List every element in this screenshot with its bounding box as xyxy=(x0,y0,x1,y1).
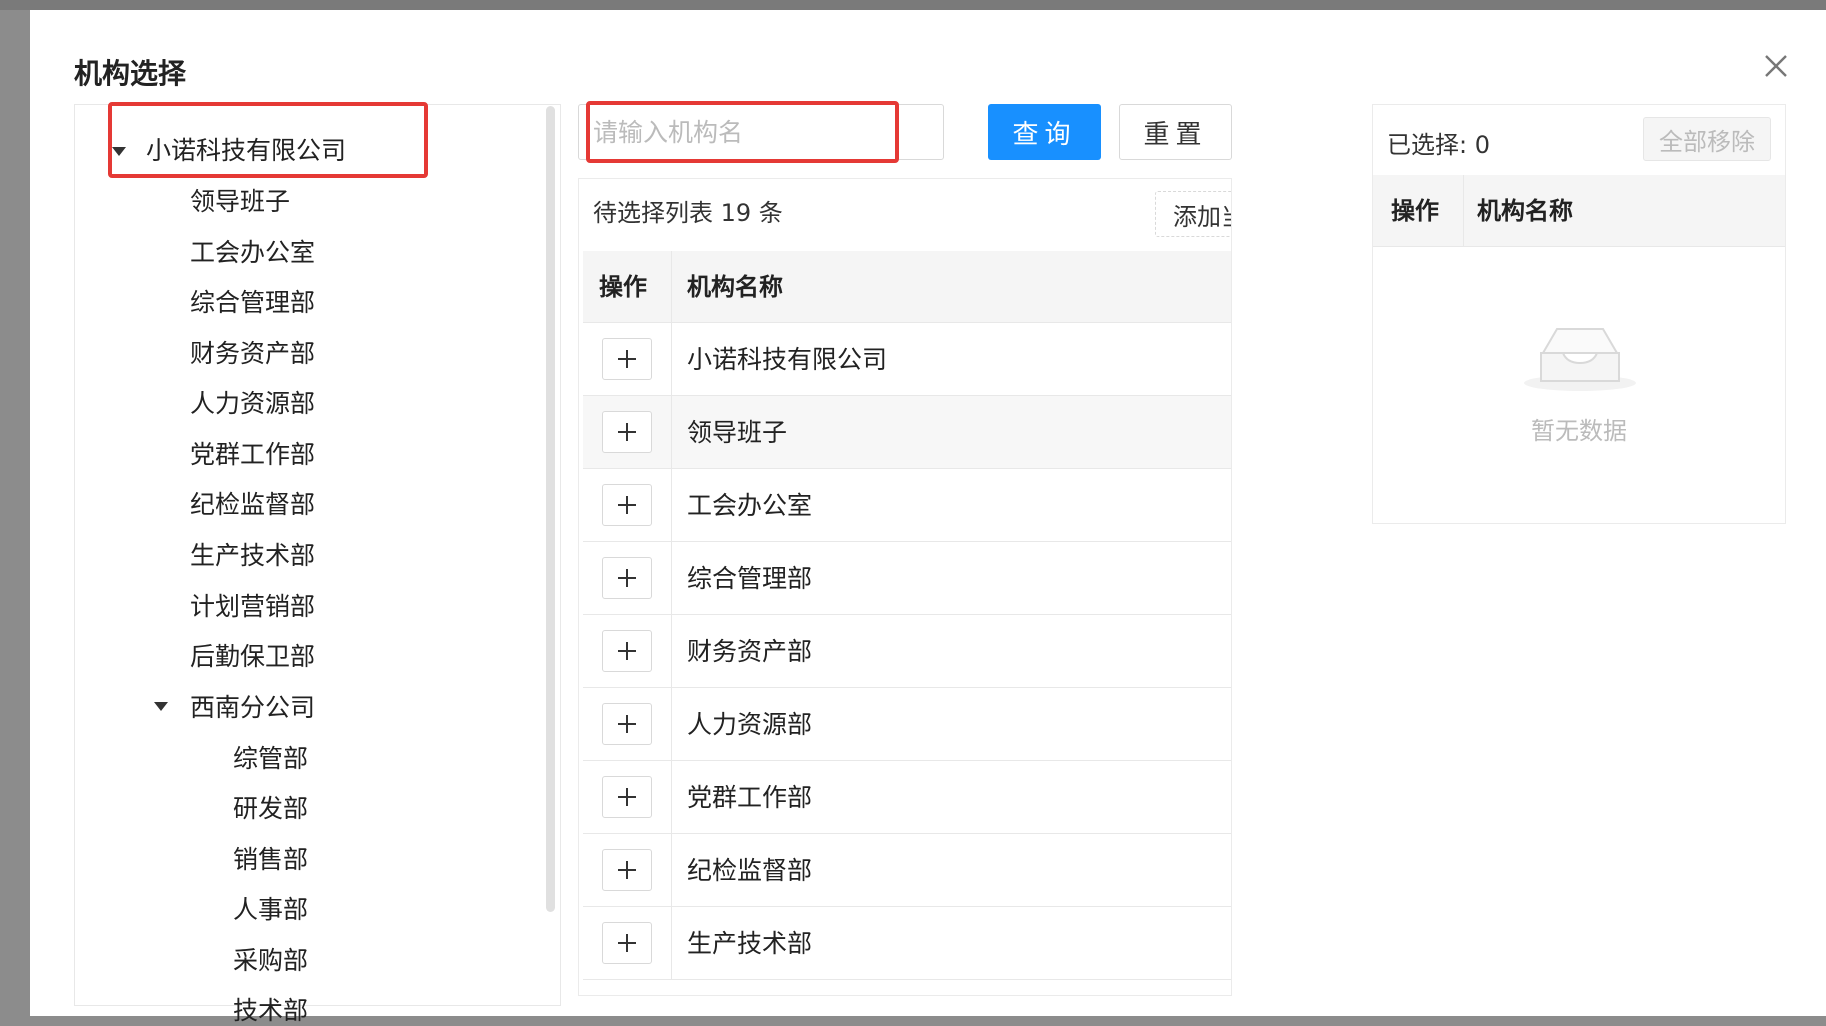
tree-node[interactable]: 人力资源部 xyxy=(190,389,315,419)
table-row: 领导班子 xyxy=(583,396,1231,469)
divider xyxy=(671,251,672,323)
selected-count: 已选择: 0 xyxy=(1387,131,1490,159)
caret-down-icon[interactable] xyxy=(154,702,168,711)
divider xyxy=(671,834,672,907)
table-row: 生产技术部 xyxy=(583,907,1231,980)
tree-node[interactable]: 人事部 xyxy=(233,895,308,925)
column-header: 操作 xyxy=(599,273,647,301)
org-select-modal: 机构选择 小诺科技有限公司 领导班子 工会办公室 综合管理部 财务资产部 人力资… xyxy=(30,10,1826,1025)
tree-scrollbar[interactable] xyxy=(546,106,555,912)
plus-icon xyxy=(618,642,636,660)
highlight-box xyxy=(108,102,428,178)
divider xyxy=(671,542,672,615)
tree-node[interactable]: 财务资产部 xyxy=(190,339,315,369)
add-row-button[interactable] xyxy=(602,703,652,745)
add-current-button[interactable]: 添加当前数据 xyxy=(1155,191,1231,237)
org-name: 生产技术部 xyxy=(687,929,813,958)
tree-node[interactable]: 后勤保卫部 xyxy=(190,642,315,672)
empty-inbox-icon xyxy=(1524,328,1636,391)
tree-node[interactable]: 技术部 xyxy=(233,996,308,1026)
org-name: 纪检监督部 xyxy=(687,856,813,885)
divider xyxy=(671,396,672,469)
selected-panel: 已选择: 0 全部移除 操作 机构名称 暂无数据 xyxy=(1372,104,1786,524)
plus-icon xyxy=(618,788,636,806)
divider xyxy=(671,907,672,980)
remove-all-button[interactable]: 全部移除 xyxy=(1643,117,1771,161)
divider xyxy=(671,615,672,688)
tree-node[interactable]: 综合管理部 xyxy=(190,288,315,318)
candidate-table-header: 操作 机构名称 xyxy=(583,251,1231,323)
plus-icon xyxy=(618,350,636,368)
table-row: 综合管理部 xyxy=(583,542,1231,615)
column-header: 机构名称 xyxy=(687,273,783,301)
add-row-button[interactable] xyxy=(602,411,652,453)
add-row-button[interactable] xyxy=(602,630,652,672)
selected-table-header: 操作 机构名称 xyxy=(1373,175,1785,247)
tree-node[interactable]: 工会办公室 xyxy=(190,238,315,268)
tree-node[interactable]: 纪检监督部 xyxy=(190,490,315,520)
tree-node[interactable]: 党群工作部 xyxy=(190,440,315,470)
table-row: 小诺科技有限公司 xyxy=(583,323,1231,396)
plus-icon xyxy=(618,569,636,587)
org-name: 财务资产部 xyxy=(687,637,813,666)
table-row: 纪检监督部 xyxy=(583,834,1231,907)
table-row: 人力资源部 xyxy=(583,688,1231,761)
close-button[interactable] xyxy=(1756,46,1796,86)
add-row-button[interactable] xyxy=(602,849,652,891)
tree-node[interactable]: 计划营销部 xyxy=(190,592,315,622)
close-icon xyxy=(1765,55,1787,77)
plus-icon xyxy=(618,934,636,952)
tree-node[interactable]: 综管部 xyxy=(233,744,308,774)
divider xyxy=(671,688,672,761)
table-row: 财务资产部 xyxy=(583,615,1231,688)
column-header: 机构名称 xyxy=(1477,197,1573,225)
modal-title: 机构选择 xyxy=(74,57,187,90)
org-name: 小诺科技有限公司 xyxy=(687,345,888,374)
tree-node[interactable]: 研发部 xyxy=(233,794,308,824)
tree-node[interactable]: 生产技术部 xyxy=(190,541,315,571)
org-name: 工会办公室 xyxy=(687,491,813,520)
org-name: 党群工作部 xyxy=(687,783,813,812)
candidate-list: 待选择列表 19 条 添加当前数据 操作 机构名称 小诺科技有限公司 领导班子 … xyxy=(578,178,1232,996)
org-name: 综合管理部 xyxy=(687,564,813,593)
tree-node[interactable]: 销售部 xyxy=(233,845,308,875)
add-row-button[interactable] xyxy=(602,338,652,380)
table-row: 党群工作部 xyxy=(583,761,1231,834)
tree-node-branch[interactable]: 西南分公司 xyxy=(190,693,315,723)
divider xyxy=(671,323,672,396)
org-name: 领导班子 xyxy=(687,418,788,447)
query-button[interactable]: 查询 xyxy=(988,104,1101,160)
divider xyxy=(1463,175,1464,247)
tree-node[interactable]: 领导班子 xyxy=(190,187,290,217)
org-name: 人力资源部 xyxy=(687,710,813,739)
add-row-button[interactable] xyxy=(602,776,652,818)
plus-icon xyxy=(618,715,636,733)
add-row-button[interactable] xyxy=(602,922,652,964)
add-row-button[interactable] xyxy=(602,557,652,599)
org-tree xyxy=(74,104,561,1006)
plus-icon xyxy=(618,496,636,514)
tree-node[interactable]: 采购部 xyxy=(233,946,308,976)
reset-button[interactable]: 重置 xyxy=(1119,104,1232,160)
plus-icon xyxy=(618,861,636,879)
highlight-box xyxy=(586,101,899,163)
divider xyxy=(671,469,672,542)
divider xyxy=(671,761,672,834)
empty-text: 暂无数据 xyxy=(1531,417,1627,445)
plus-icon xyxy=(618,423,636,441)
backdrop xyxy=(0,0,1826,10)
candidate-count: 待选择列表 19 条 xyxy=(593,199,783,227)
table-row: 工会办公室 xyxy=(583,469,1231,542)
add-row-button[interactable] xyxy=(602,484,652,526)
column-header: 操作 xyxy=(1391,197,1439,225)
